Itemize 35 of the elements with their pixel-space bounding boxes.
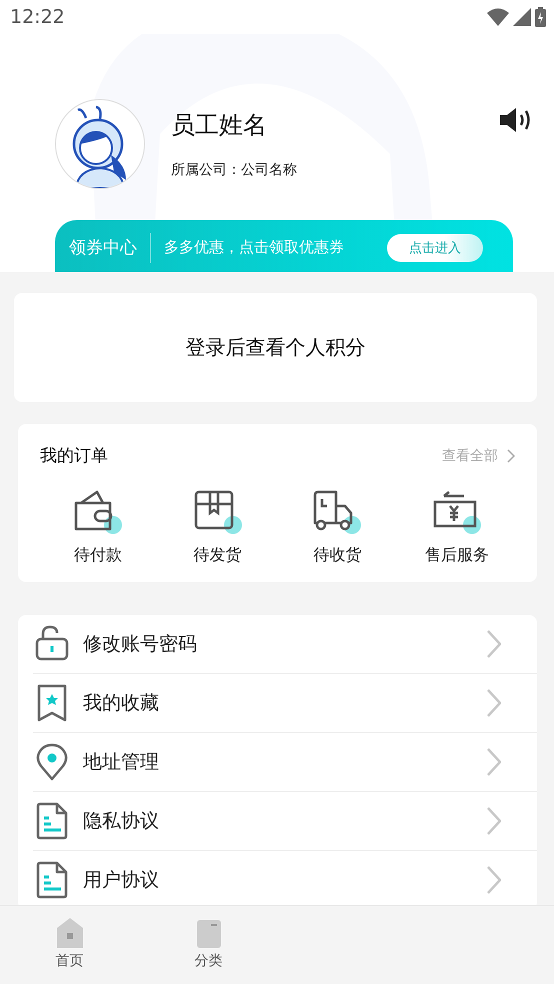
document-icon: [35, 861, 69, 899]
chevron-icon: [487, 630, 501, 658]
yuan-bill-icon: [432, 489, 482, 535]
padlock-icon: [35, 625, 69, 663]
employee-name: 员工姓名: [171, 110, 268, 141]
wifi-icon: [487, 8, 509, 26]
signal-icon: [513, 8, 531, 26]
chevron-icon: [487, 748, 501, 776]
menu-item[interactable]: 我的收藏: [33, 674, 537, 733]
truck-icon: [312, 489, 362, 535]
order-status-item[interactable]: 待发货: [158, 489, 278, 566]
order-status-item[interactable]: 待付款: [38, 489, 158, 566]
chevron-icon: [487, 866, 501, 894]
document-icon: [35, 802, 69, 840]
menu-item[interactable]: 地址管理: [33, 733, 537, 792]
order-status-item[interactable]: 待收货: [278, 489, 398, 566]
wallet-icon: [72, 489, 123, 535]
menu-item[interactable]: 修改账号密码: [33, 615, 537, 674]
battery-icon: [535, 7, 546, 27]
location-pin-icon: [35, 743, 69, 781]
bookmark-star-icon: [35, 684, 69, 722]
orders-title: 我的订单: [40, 445, 108, 467]
tab-item[interactable]: 分类: [139, 906, 278, 984]
status-time: 12:22: [10, 6, 65, 28]
coupon-center-title: 领券中心: [55, 232, 151, 262]
company-name: 所属公司：公司名称: [171, 161, 298, 179]
package-icon: [192, 489, 243, 535]
tab-item[interactable]: 首页: [0, 906, 139, 984]
chevron-icon: [487, 807, 501, 835]
order-status-item[interactable]: 售后服务: [397, 489, 517, 566]
menu-item[interactable]: 隐私协议: [33, 792, 537, 851]
points-card: 登录后查看个人积分: [14, 293, 537, 402]
chevron-icon: [507, 448, 515, 462]
chevron-icon: [487, 689, 501, 717]
coupon-text: 多多优惠，点击领取优惠券: [164, 238, 345, 257]
